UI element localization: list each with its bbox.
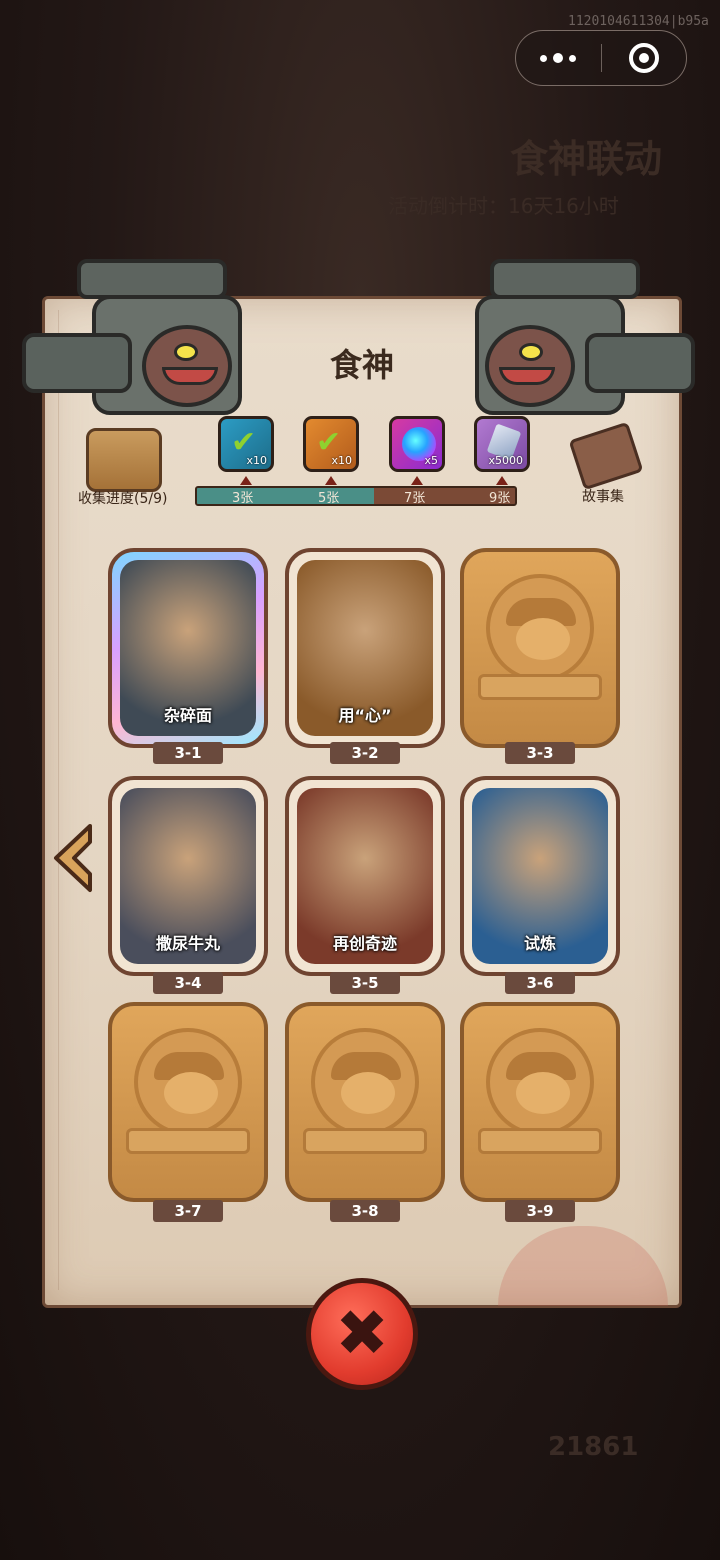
- ribbon-icon: [303, 1128, 427, 1154]
- camera-mascot-left: [22, 255, 242, 420]
- milestone-label: 5张: [318, 491, 340, 506]
- build-id: 1120104611304|b95a: [568, 14, 709, 29]
- ribbon-icon: [478, 674, 602, 700]
- dot-icon: [540, 54, 548, 62]
- close-button[interactable]: ✖: [306, 1278, 418, 1390]
- milestone-label: 3张: [232, 491, 254, 506]
- collection-card[interactable]: 用“心”: [285, 548, 445, 748]
- collection-card[interactable]: 再创奇迹: [285, 776, 445, 976]
- card-artwork: 撒尿牛丸: [120, 788, 256, 964]
- card-artwork: 再创奇迹: [297, 788, 433, 964]
- milestone-marker: [411, 476, 423, 485]
- milestone-label: 7张: [404, 491, 426, 506]
- dot-icon: [553, 53, 564, 63]
- currency-count: 21861: [548, 1432, 639, 1462]
- card-number-label: 3-1: [153, 742, 223, 764]
- close-x-icon: ✖: [335, 1297, 389, 1371]
- mini-program-capsule: [515, 30, 687, 86]
- ribbon-icon: [478, 1128, 602, 1154]
- more-menu-button[interactable]: [516, 31, 601, 85]
- camera-mascot-right: [475, 255, 695, 420]
- card-title: 再创奇迹: [332, 934, 397, 953]
- ribbon-icon: [126, 1128, 250, 1154]
- card-number-label: 3-9: [505, 1200, 575, 1222]
- face-icon: [341, 1072, 395, 1114]
- face-icon: [164, 1072, 218, 1114]
- card-number-label: 3-5: [330, 972, 400, 994]
- event-subtitle: 活动倒计时：16天16小时: [388, 194, 619, 218]
- reward-milestone-1[interactable]: ✔ x10: [218, 416, 274, 472]
- reward-milestone-4[interactable]: x5000: [474, 416, 530, 472]
- left-arrow-icon[interactable]: [50, 822, 96, 894]
- card-artwork: 试炼: [472, 788, 608, 964]
- progress-bar-fill: [197, 488, 374, 504]
- card-artwork: 杂碎面: [120, 560, 256, 736]
- collection-card[interactable]: [460, 548, 620, 748]
- collect-progress-label: 收集进度(5/9): [78, 491, 168, 507]
- collection-card[interactable]: 杂碎面: [108, 548, 268, 748]
- collection-card[interactable]: [108, 1002, 268, 1202]
- milestone-marker: [496, 476, 508, 485]
- story-label[interactable]: 故事集: [582, 486, 624, 506]
- reward-milestone-2[interactable]: ✔ x10: [303, 416, 359, 472]
- face-icon: [516, 1072, 570, 1114]
- collection-card[interactable]: 试炼: [460, 776, 620, 976]
- card-number-label: 3-4: [153, 972, 223, 994]
- milestone-marker: [325, 476, 337, 485]
- collection-card[interactable]: [460, 1002, 620, 1202]
- card-number-label: 3-3: [505, 742, 575, 764]
- collection-card[interactable]: 撒尿牛丸: [108, 776, 268, 976]
- milestone-label: 9张: [489, 491, 511, 506]
- collection-box-icon: [86, 428, 162, 492]
- target-circle-icon: [628, 43, 659, 73]
- popup-title: 食神: [329, 346, 394, 384]
- face-icon: [516, 618, 570, 660]
- card-artwork: 用“心”: [297, 560, 433, 736]
- reward-milestone-3[interactable]: x5: [389, 416, 445, 472]
- card-number-label: 3-2: [330, 742, 400, 764]
- card-title: 用“心”: [338, 706, 392, 725]
- card-number-label: 3-6: [505, 972, 575, 994]
- event-title: 食神联动: [510, 136, 663, 181]
- collection-card[interactable]: [285, 1002, 445, 1202]
- card-number-label: 3-7: [153, 1200, 223, 1222]
- card-title: 杂碎面: [163, 706, 212, 725]
- exit-mini-program-button[interactable]: [602, 31, 687, 85]
- milestone-marker: [240, 476, 252, 485]
- card-number-label: 3-8: [330, 1200, 400, 1222]
- dot-icon: [569, 54, 577, 62]
- card-title: 试炼: [523, 934, 556, 953]
- card-title: 撒尿牛丸: [155, 934, 220, 953]
